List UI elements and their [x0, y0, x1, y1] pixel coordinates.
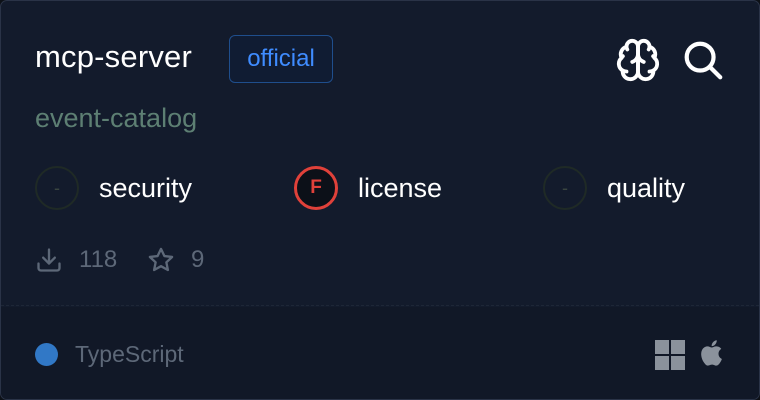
- card-footer: TypeScript: [1, 307, 759, 399]
- download-icon: [37, 248, 61, 272]
- metric-security: - security: [35, 164, 192, 212]
- star-icon: [148, 247, 174, 272]
- server-card[interactable]: mcp-server official event-catalog - secu…: [0, 0, 760, 400]
- official-badge: official: [229, 35, 333, 83]
- language-name: TypeScript: [75, 341, 184, 367]
- server-subtitle: event-catalog: [35, 103, 198, 133]
- license-grade: F: [294, 166, 338, 210]
- downloads-count: 118: [79, 246, 118, 273]
- stars-stat: 9: [147, 243, 204, 277]
- security-label: security: [99, 172, 193, 203]
- metric-license: F license: [294, 164, 442, 212]
- security-grade: -: [35, 166, 79, 210]
- brain-icon[interactable]: [615, 37, 661, 83]
- divider: [1, 305, 759, 306]
- language-color-dot: [35, 343, 58, 366]
- search-icon[interactable]: [680, 37, 726, 83]
- server-title[interactable]: mcp-server: [35, 39, 192, 75]
- quality-label: quality: [607, 172, 686, 203]
- apple-icon: [698, 338, 728, 368]
- windows-icon: [655, 340, 685, 370]
- license-label: license: [358, 172, 443, 203]
- quality-grade: -: [543, 166, 587, 210]
- metric-quality: - quality: [543, 164, 685, 212]
- downloads-stat: 118: [35, 243, 117, 277]
- stars-count: 9: [191, 246, 205, 273]
